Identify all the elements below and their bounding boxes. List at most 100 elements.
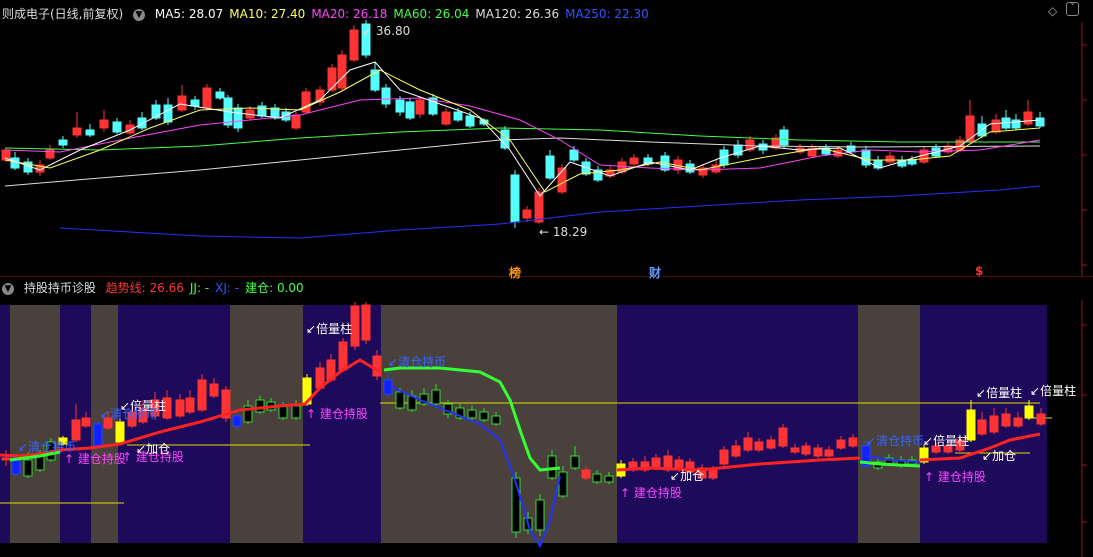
candle-body <box>848 437 858 447</box>
candle-body <box>112 121 122 133</box>
candle-body <box>255 399 265 413</box>
indicator-title[interactable]: 持股持币诊股 <box>24 281 96 295</box>
candle-body <box>991 119 1001 133</box>
candle-body <box>547 455 557 479</box>
candle-body <box>467 409 477 419</box>
candle-body <box>163 104 173 123</box>
candle-body <box>415 99 425 115</box>
candle-body <box>10 157 20 169</box>
candle-body <box>175 399 185 417</box>
candle-body <box>719 449 729 465</box>
candle-body <box>743 437 753 451</box>
candle-body <box>58 139 68 146</box>
finance-marker-icon[interactable]: 财 <box>649 264 661 281</box>
candle-body <box>327 67 337 91</box>
candle-body <box>71 419 81 441</box>
candle-body <box>479 411 489 421</box>
candle-body <box>1035 117 1045 127</box>
candle-body <box>534 191 544 223</box>
candle-body <box>99 119 109 129</box>
candle-body <box>291 114 301 129</box>
regime-band <box>10 305 60 543</box>
candle-body <box>361 304 371 341</box>
candle-body <box>931 445 941 453</box>
candle-body <box>592 473 602 483</box>
candle-body <box>395 99 405 113</box>
candle-body <box>381 87 391 105</box>
candle-body <box>977 419 987 435</box>
candle-body <box>185 397 195 413</box>
candle-body <box>85 129 95 136</box>
candle-body <box>943 445 953 453</box>
candle-body <box>35 455 45 471</box>
candle-body <box>708 469 718 479</box>
regime-band <box>0 305 10 543</box>
regime-band <box>617 305 858 543</box>
candle-body <box>431 389 441 405</box>
dividend-marker-icon[interactable]: $ <box>975 264 983 278</box>
candle-body <box>232 415 242 427</box>
candle-body <box>103 417 113 429</box>
indicator-legend: 趋势线: 26.66 JJ: - XJ: - 建仓: 0.00 <box>106 281 310 295</box>
candle-body <box>137 117 147 129</box>
candle-body <box>955 439 965 451</box>
candle-body <box>1024 405 1034 419</box>
candle-body <box>127 411 137 427</box>
indicator-chart[interactable] <box>0 300 1093 557</box>
candle-body <box>395 391 405 409</box>
candle-body <box>372 355 382 377</box>
regime-band <box>858 305 920 543</box>
candle-body <box>1023 111 1033 125</box>
low-price-label: ← 18.29 <box>539 225 588 239</box>
candle-body <box>766 439 776 449</box>
candle-body <box>491 415 501 425</box>
candle-body <box>177 95 187 111</box>
candle-body <box>291 405 301 419</box>
chevron-down-icon[interactable]: ▼ <box>2 282 14 295</box>
candle-body <box>465 115 475 127</box>
candle-body <box>522 209 532 219</box>
indicator-legend-item: XJ: - <box>215 281 240 295</box>
candle-body <box>162 397 172 419</box>
candle-body <box>604 475 614 483</box>
candle-body <box>779 129 789 146</box>
candle-body <box>629 157 639 165</box>
candle-body <box>58 437 68 445</box>
candle-body <box>215 91 225 99</box>
candle-body <box>349 29 359 61</box>
candle-body <box>115 421 125 443</box>
candle-body <box>778 427 788 447</box>
ma5-line <box>4 61 1041 197</box>
candle-body <box>836 439 846 449</box>
candle-body <box>23 459 33 477</box>
list-marker-icon[interactable]: 榜 <box>509 264 521 281</box>
candle-body <box>1 457 11 461</box>
candle-body <box>535 499 545 531</box>
candle-body <box>813 447 823 457</box>
candle-body <box>801 445 811 455</box>
candle-body <box>824 449 834 457</box>
candle-body <box>93 423 103 447</box>
candle-body <box>966 409 976 441</box>
ma120-line <box>4 137 1041 187</box>
candle-body <box>569 149 579 161</box>
candle-body <box>72 127 82 136</box>
candle-body <box>257 105 267 117</box>
candle-body <box>1013 417 1023 427</box>
candle-body <box>570 455 580 469</box>
candle-body <box>558 471 568 497</box>
candle-body <box>885 155 895 163</box>
candle-body <box>209 383 219 397</box>
candle-body <box>989 415 999 433</box>
candle-body <box>1001 413 1011 427</box>
candle-body <box>338 341 348 371</box>
candle-body <box>202 87 212 109</box>
candle-body <box>441 111 451 125</box>
regime-band <box>303 305 381 543</box>
candle-body <box>651 457 661 469</box>
candle-body <box>233 107 243 129</box>
indicator-legend-item: 建仓: 0.00 <box>245 281 304 295</box>
candle-body <box>197 379 207 411</box>
indicator-legend-item: 趋势线: 26.66 <box>105 281 184 295</box>
candle-body <box>350 305 360 347</box>
